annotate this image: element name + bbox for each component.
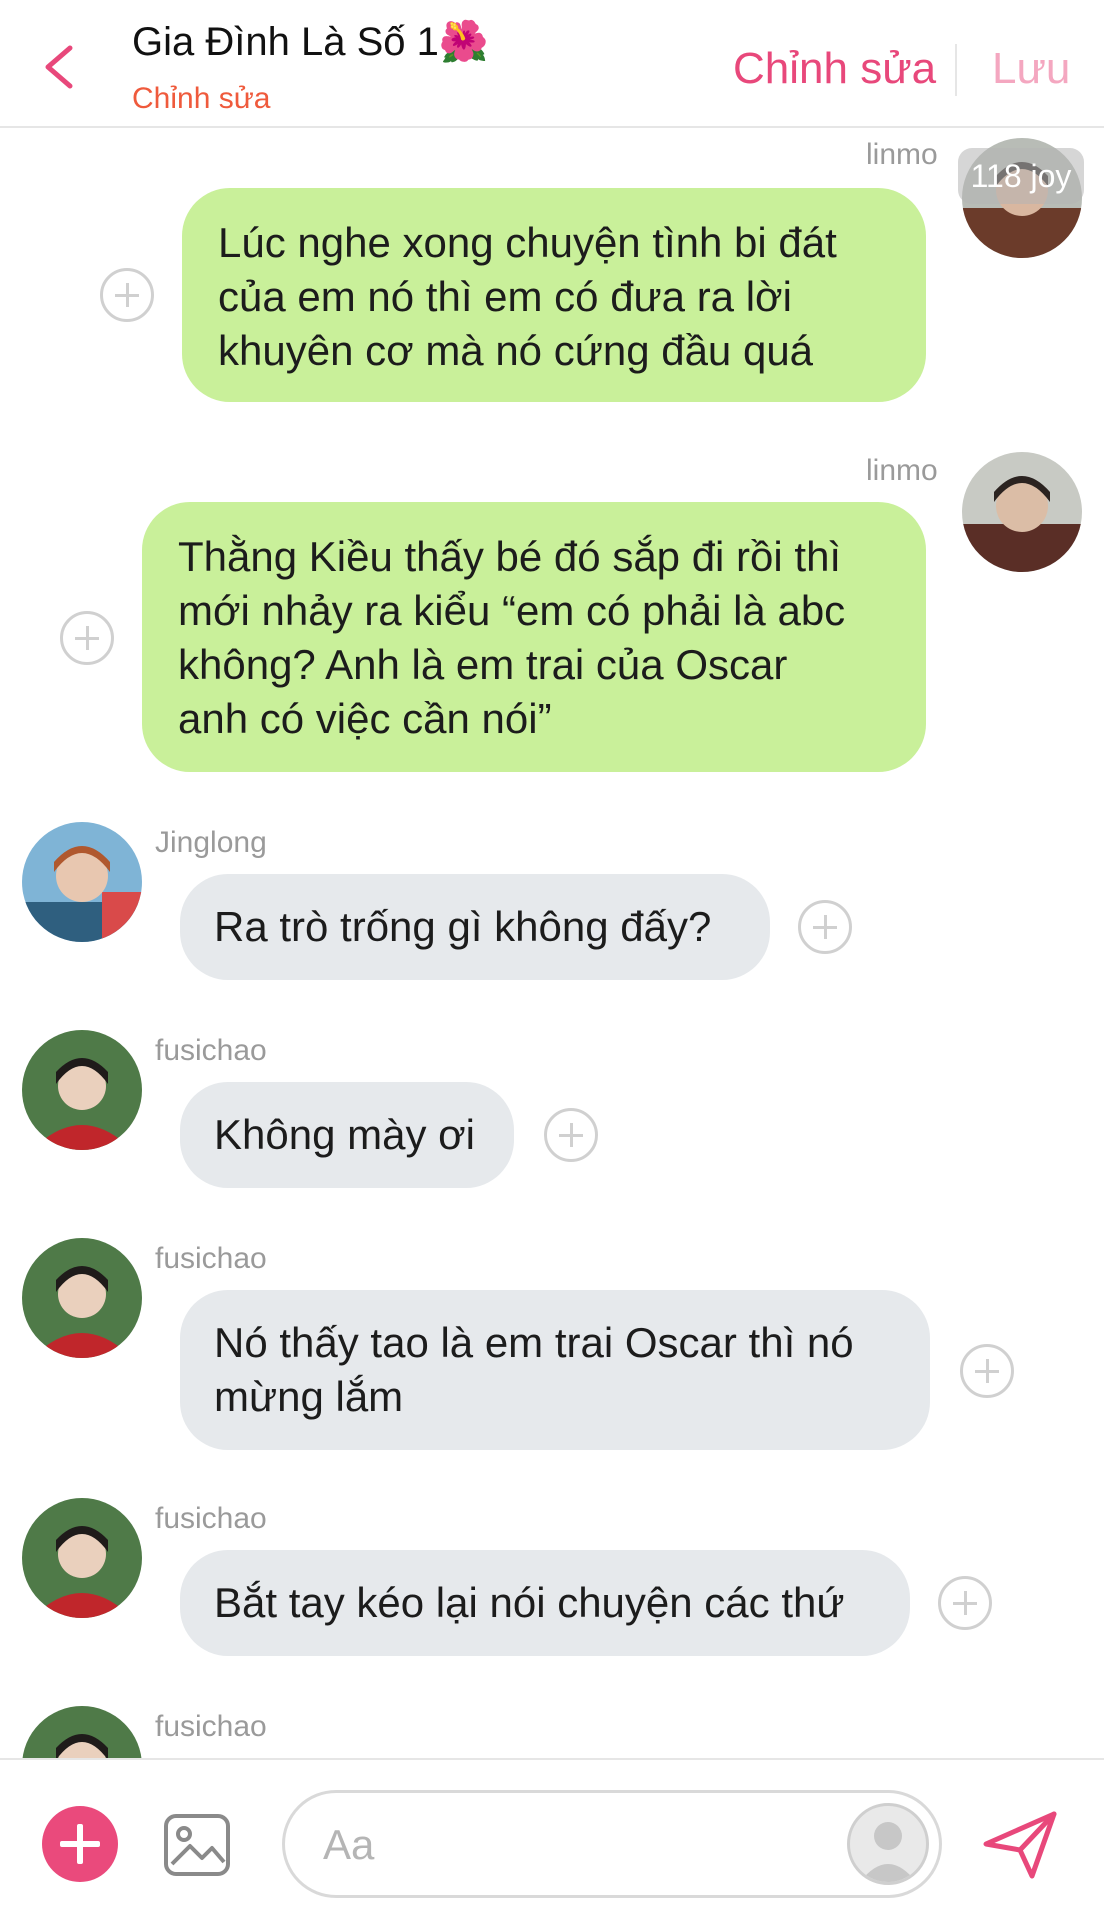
avatar[interactable] [962,452,1082,572]
add-reaction-button[interactable] [960,1344,1014,1398]
overlay-label: 118 joy [958,148,1084,204]
avatar[interactable] [22,1498,142,1618]
message-bubble[interactable]: Nó thấy tao là em trai Oscar thì nó mừng… [180,1290,930,1450]
send-icon[interactable] [982,1810,1058,1880]
message-bubble[interactable]: Không mày ơi [180,1082,514,1188]
add-reaction-button[interactable] [100,268,154,322]
input-placeholder: Aa [323,1821,375,1868]
chat-subtitle[interactable]: Chỉnh sửa [132,82,271,116]
add-icon[interactable] [42,1806,118,1882]
sender-name: linmo [866,138,938,171]
composer-bar: Aa [0,1758,1104,1922]
message-line: Nó thấy tao là em trai Oscar thì nó [214,1319,854,1366]
chat-title: Gia Đình Là Số 1🌺 [132,20,489,64]
message-line: Lúc nghe xong chuyện tình bi đát [218,219,837,266]
message-bubble[interactable]: Lúc nghe xong chuyện tình bi đát của em … [182,188,926,402]
message-line: khuyên cơ mà nó cứng đầu quá [218,327,814,374]
add-reaction-button[interactable] [938,1576,992,1630]
message-bubble[interactable]: Ra trò trống gì không đấy? [180,874,770,980]
message-line: mừng lắm [214,1373,404,1420]
message-line: mới nhảy ra kiểu “em có phải là abc [178,587,846,634]
chat-header: Gia Đình Là Số 1🌺 Chỉnh sửa Chỉnh sửa Lư… [0,0,1104,128]
sender-name: fusichao [155,1034,267,1067]
sender-name: fusichao [155,1242,267,1275]
avatar[interactable] [22,1030,142,1150]
avatar[interactable] [22,1238,142,1358]
avatar-icon[interactable] [847,1803,929,1885]
message-line: của em nó thì em có đưa ra lời [218,273,792,320]
save-button[interactable]: Lưu [992,44,1070,94]
add-reaction-button[interactable] [544,1108,598,1162]
message-line: Bắt tay kéo lại nói chuyện các thứ [214,1579,845,1626]
image-icon[interactable] [162,1810,232,1880]
message-line: không? Anh là em trai của Oscar [178,641,788,688]
message-line: anh có việc cần nói” [178,695,552,742]
message-line: Không mày ơi [214,1111,476,1158]
message-bubble[interactable]: Thằng Kiều thấy bé đó sắp đi rồi thì mới… [142,502,926,772]
sender-name: linmo [866,454,938,487]
add-reaction-button[interactable] [60,611,114,665]
header-divider [955,44,957,96]
message-bubble[interactable]: Bắt tay kéo lại nói chuyện các thứ [180,1550,910,1656]
sender-name: fusichao [155,1502,267,1535]
sender-name: Jinglong [155,826,267,859]
message-line: Ra trò trống gì không đấy? [214,903,712,950]
avatar[interactable] [22,822,142,942]
message-line: Thằng Kiều thấy bé đó sắp đi rồi thì [178,533,842,580]
add-reaction-button[interactable] [798,900,852,954]
sender-name: fusichao [155,1710,267,1743]
back-chevron-icon[interactable] [40,44,80,90]
message-input[interactable]: Aa [282,1790,942,1898]
edit-button[interactable]: Chỉnh sửa [733,44,936,94]
